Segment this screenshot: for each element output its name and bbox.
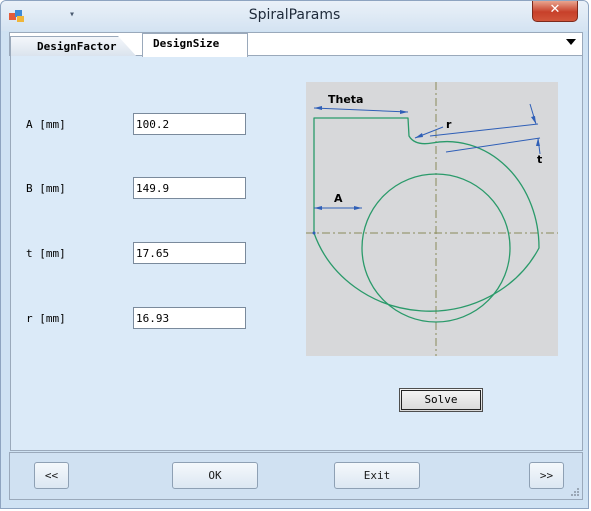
field-label-b: B [mm] [26,182,66,195]
next-button[interactable]: >> [529,462,564,489]
b-input[interactable] [133,177,246,199]
resize-grip-icon[interactable] [570,487,580,497]
solve-button[interactable]: Solve [399,388,483,412]
r-label: r [446,118,452,131]
tab-strip: DesignFactor DesignSize [9,32,583,58]
design-size-panel: A [mm] B [mm] t [mm] r [mm] Theta r [10,56,583,451]
t-label: t [537,153,542,166]
theta-label: Theta [328,93,363,106]
close-button[interactable]: ✕ [532,1,578,22]
footer-bar: << OK Exit >> [9,452,583,500]
spiral-params-window: ▾ SpiralParams ✕ DesignFactor DesignSize… [0,0,589,509]
diagram-background [306,82,558,356]
dropdown-icon[interactable] [566,39,576,45]
previous-button[interactable]: << [34,462,69,489]
field-label-r: r [mm] [26,312,66,325]
title-bar: ▾ SpiralParams ✕ [1,1,588,31]
r-input[interactable] [133,307,246,329]
field-label-a: A [mm] [26,118,66,131]
exit-button[interactable]: Exit [334,462,420,489]
tab-design-factor[interactable]: DesignFactor [10,36,138,58]
close-icon: ✕ [549,2,561,17]
a-input[interactable] [133,113,246,135]
window-title: SpiralParams [248,7,341,23]
field-label-t: t [mm] [26,247,66,260]
reference-point [312,231,316,235]
ok-button[interactable]: OK [172,462,258,489]
spiral-diagram: Theta r t A [306,82,558,356]
t-input[interactable] [133,242,246,264]
tab-design-size[interactable]: DesignSize [142,33,248,57]
a-label: A [334,192,343,205]
